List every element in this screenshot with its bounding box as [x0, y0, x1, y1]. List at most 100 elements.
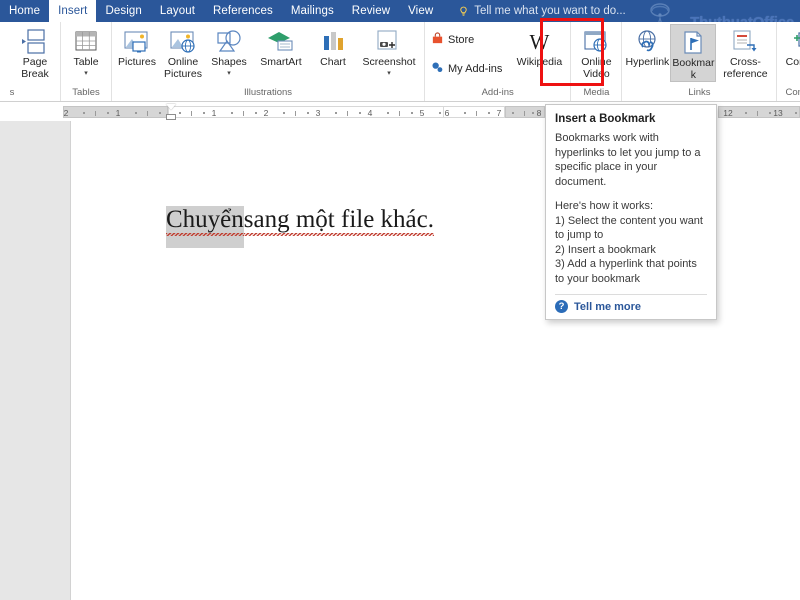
shapes-button[interactable]: Shapes ▾ [206, 24, 252, 77]
tooltip-paragraph-1: Bookmarks work with hyperlinks to let yo… [555, 131, 707, 189]
add-ins-small-column: Store My Add-ins [427, 24, 506, 79]
ruler-tick: 4 [365, 107, 375, 119]
my-addins-icon [431, 61, 444, 77]
chart-button[interactable]: Chart [310, 24, 356, 69]
smartart-button[interactable]: SmartArt [252, 24, 310, 69]
group-label-media: Media [573, 86, 619, 100]
cross-reference-icon [730, 27, 760, 57]
selected-word[interactable]: Chuyển [166, 206, 244, 234]
tooltip-step-1: 1) Select the content you want to jump t… [555, 214, 707, 243]
cross-reference-label-2: reference [723, 69, 767, 81]
group-label-pages: s [0, 86, 58, 100]
cross-reference-button[interactable]: Cross- reference [716, 24, 774, 80]
smartart-icon [265, 27, 297, 57]
word-window: Home Insert Design Layout References Mai… [0, 0, 800, 600]
ruler-tick: 8 [534, 107, 544, 119]
bookmark-button[interactable]: Bookmark [670, 24, 716, 82]
hyperlink-label: Hyperlink [626, 57, 670, 69]
hyperlink-button[interactable]: Hyperlink [624, 24, 670, 69]
store-button[interactable]: Store [427, 30, 506, 50]
document-rest-text[interactable]: sang một file khác. [244, 206, 434, 234]
online-video-label-2: Video [583, 69, 610, 81]
page-break-label-2: Break [21, 69, 48, 81]
screenshot-label: Screenshot [362, 57, 415, 69]
my-add-ins-button[interactable]: My Add-ins [427, 59, 506, 79]
left-indent-marker[interactable] [166, 114, 176, 120]
tab-home[interactable]: Home [0, 0, 49, 22]
online-video-icon [581, 27, 611, 57]
pictures-label: Pictures [118, 57, 156, 69]
chart-label: Chart [320, 57, 346, 69]
my-add-ins-label: My Add-ins [448, 63, 502, 75]
comment-button[interactable]: Comment [779, 24, 800, 69]
tab-mailings[interactable]: Mailings [282, 0, 343, 22]
ruler-tick: 6 [442, 107, 452, 119]
help-circle-icon: ? [555, 300, 568, 313]
tab-label: Layout [160, 5, 195, 17]
group-label-add-ins: Add-ins [427, 86, 568, 100]
tab-label: Mailings [291, 5, 334, 17]
chevron-down-icon[interactable]: ▾ [84, 70, 88, 77]
online-pictures-label-1: Online [168, 57, 198, 69]
table-button[interactable]: Table ▾ [63, 24, 109, 77]
group-label-illustrations: Illustrations [114, 86, 422, 100]
tooltip-title: Insert a Bookmark [555, 113, 707, 125]
ruler-left-margin[interactable]: 2 1 [63, 106, 168, 118]
tab-insert[interactable]: Insert [49, 0, 96, 22]
online-video-button[interactable]: Online Video [573, 24, 619, 80]
online-pictures-icon [168, 27, 198, 57]
tell-me-label: Tell me what you want to do... [474, 5, 626, 17]
online-pictures-button[interactable]: Online Pictures [160, 24, 206, 80]
tell-me-more-link[interactable]: ? Tell me more [555, 300, 707, 313]
tooltip-step-3: 3) Add a hyperlink that points to your b… [555, 257, 707, 286]
bookmark-tooltip: Insert a Bookmark Bookmarks work with hy… [545, 104, 717, 320]
chevron-down-icon[interactable]: ▾ [387, 70, 391, 77]
wikipedia-w-icon: W [530, 27, 550, 57]
tab-layout[interactable]: Layout [151, 0, 204, 22]
screenshot-button[interactable]: Screenshot ▾ [356, 24, 422, 77]
store-bag-icon [431, 32, 444, 48]
ruler-right-margin-a[interactable]: 8 [505, 106, 545, 118]
tab-references[interactable]: References [204, 0, 282, 22]
tooltip-divider [555, 294, 707, 295]
tab-label: Home [9, 5, 40, 17]
tab-label: Design [105, 5, 141, 17]
ruler-tick: 1 [113, 107, 123, 119]
ribbon-group-tables: Table ▾ Tables [60, 22, 111, 102]
ribbon-tab-bar: Home Insert Design Layout References Mai… [0, 0, 800, 22]
tab-design[interactable]: Design [96, 0, 150, 22]
tab-review[interactable]: Review [343, 0, 399, 22]
cross-reference-label-1: Cross- [730, 57, 761, 69]
tell-me-box[interactable]: Tell me what you want to do... [450, 0, 634, 22]
tooltip-body: Bookmarks work with hyperlinks to let yo… [555, 131, 707, 286]
ribbon-group-media: Online Video Media [570, 22, 621, 102]
blank-page-button[interactable]: k e [0, 24, 12, 80]
page-break-button[interactable]: Page Break [12, 24, 58, 80]
ruler-right-margin-b[interactable]: 12 13 [718, 106, 800, 118]
ribbon-group-pages: k e Page Break s [0, 22, 60, 102]
shapes-label: Shapes [211, 57, 247, 69]
document-paragraph[interactable]: Chuyển sang một file khác. [166, 206, 434, 234]
wikipedia-button[interactable]: W Wikipedia [510, 24, 568, 69]
wikipedia-label: Wikipedia [517, 57, 563, 69]
tooltip-steps: Here's how it works: 1) Select the conte… [555, 199, 707, 286]
online-pictures-label-2: Pictures [164, 69, 202, 81]
chevron-down-icon[interactable]: ▾ [227, 70, 231, 77]
ruler-text-area-cont[interactable]: 6 7 [443, 106, 505, 118]
tab-label: Review [352, 5, 390, 17]
new-comment-icon [791, 27, 800, 57]
tab-label: View [408, 5, 433, 17]
chart-icon [319, 27, 347, 57]
group-label-links: Links [624, 86, 774, 100]
first-line-indent-marker[interactable] [166, 104, 176, 110]
group-label-tables: Tables [63, 86, 109, 100]
hyperlink-icon [632, 27, 662, 57]
ruler-tick: 13 [773, 107, 783, 119]
pictures-button[interactable]: Pictures [114, 24, 160, 69]
online-video-label-1: Online [581, 57, 611, 69]
ruler-tick: 7 [494, 107, 504, 119]
pictures-icon [122, 27, 152, 57]
ruler-tick: 5 [417, 107, 427, 119]
tab-view[interactable]: View [399, 0, 442, 22]
ribbon-group-illustrations: Pictures Online Pictures [111, 22, 424, 102]
